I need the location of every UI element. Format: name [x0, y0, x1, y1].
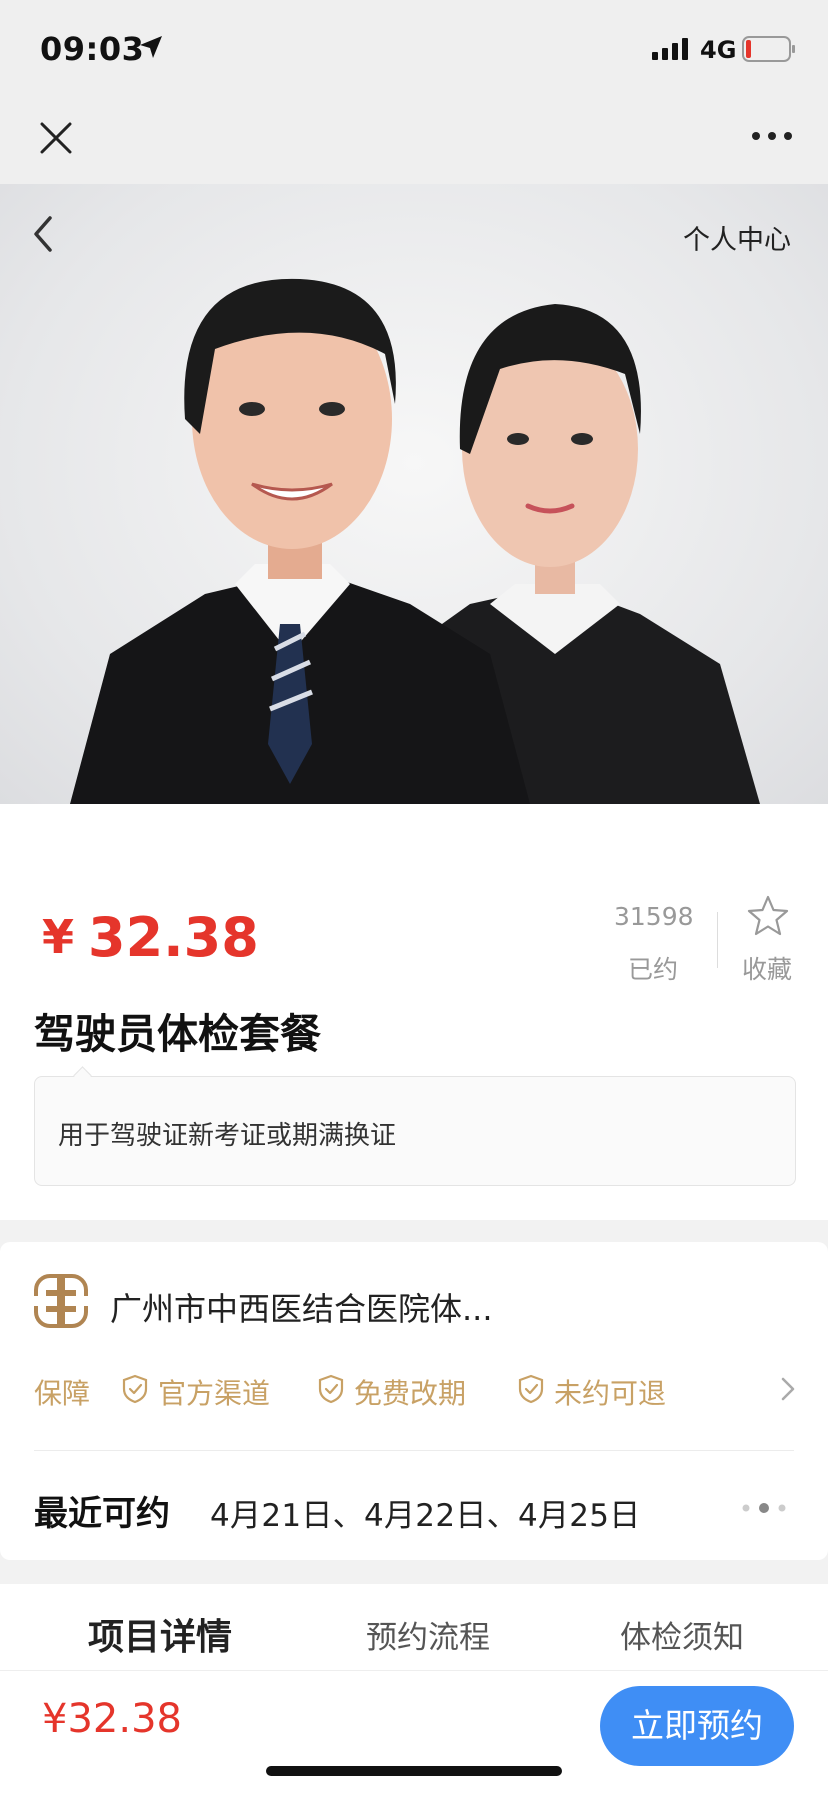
- booked-count: 31598: [614, 902, 694, 931]
- tab-checkup-notice[interactable]: 体检须知: [620, 1612, 744, 1657]
- favorite-button-label[interactable]: 收藏: [742, 950, 792, 986]
- price-currency-symbol: ¥: [42, 910, 75, 964]
- location-arrow-icon: [140, 36, 162, 58]
- guarantee-refund-unbooked: 未约可退: [554, 1377, 667, 1410]
- hospital-logo-icon: [34, 1274, 88, 1328]
- divider: [34, 1450, 794, 1451]
- price-value: 32.38: [88, 906, 259, 969]
- network-type: 4G: [700, 36, 737, 64]
- signal-icon: [652, 38, 688, 60]
- tab-booking-process[interactable]: 预约流程: [366, 1612, 490, 1657]
- shield-check-icon: [318, 1374, 344, 1404]
- book-now-button[interactable]: 立即预约: [600, 1686, 794, 1766]
- personal-center-link[interactable]: 个人中心: [683, 218, 791, 257]
- more-icon[interactable]: [750, 130, 794, 142]
- product-title: 驾驶员体检套餐: [34, 1010, 321, 1058]
- tab-project-details[interactable]: 项目详情: [88, 1608, 232, 1660]
- hero-banner-image: [0, 184, 828, 804]
- battery-icon: [742, 36, 795, 62]
- guarantee-row[interactable]: 保障 官方渠道 免费改期 未约可退: [34, 1368, 794, 1412]
- product-description: 用于驾驶证新考证或期满换证: [58, 1121, 397, 1151]
- mini-program-nav: [0, 100, 828, 184]
- guarantee-free-reschedule: 免费改期: [354, 1377, 467, 1410]
- divider: [717, 912, 718, 968]
- shield-check-icon: [518, 1374, 544, 1404]
- chevron-right-icon[interactable]: [780, 1376, 796, 1402]
- booked-label: 已约: [628, 955, 679, 984]
- back-chevron-icon[interactable]: [28, 214, 58, 254]
- close-icon[interactable]: [38, 120, 74, 156]
- bottom-price: ¥32.38: [42, 1696, 182, 1742]
- home-indicator: [266, 1766, 562, 1776]
- driver-portrait-illustration: [70, 278, 760, 804]
- hospital-name[interactable]: 广州市中西医结合医院体...: [110, 1284, 493, 1330]
- guarantee-label: 保障: [34, 1377, 91, 1410]
- guarantee-official-channel: 官方渠道: [158, 1377, 271, 1410]
- recent-available-dates[interactable]: 4月21日、4月22日、4月25日: [210, 1490, 641, 1535]
- shield-check-icon: [122, 1374, 148, 1404]
- star-icon[interactable]: [746, 894, 790, 938]
- more-dates-icon[interactable]: [740, 1502, 788, 1514]
- recent-available-label: 最近可约: [34, 1494, 170, 1534]
- status-time: 09:03: [40, 30, 145, 68]
